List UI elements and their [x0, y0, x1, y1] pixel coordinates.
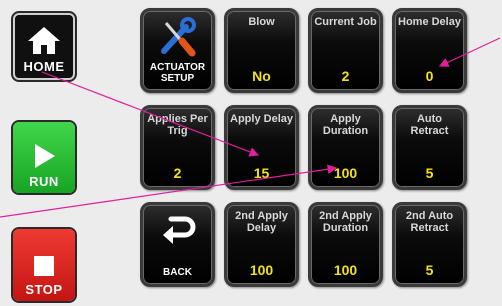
callout-line-apply-duration	[0, 164, 338, 218]
callout-line-apply-delay	[41, 71, 260, 157]
callout-line-home-delay	[438, 37, 501, 67]
callout-pointers	[0, 37, 501, 218]
